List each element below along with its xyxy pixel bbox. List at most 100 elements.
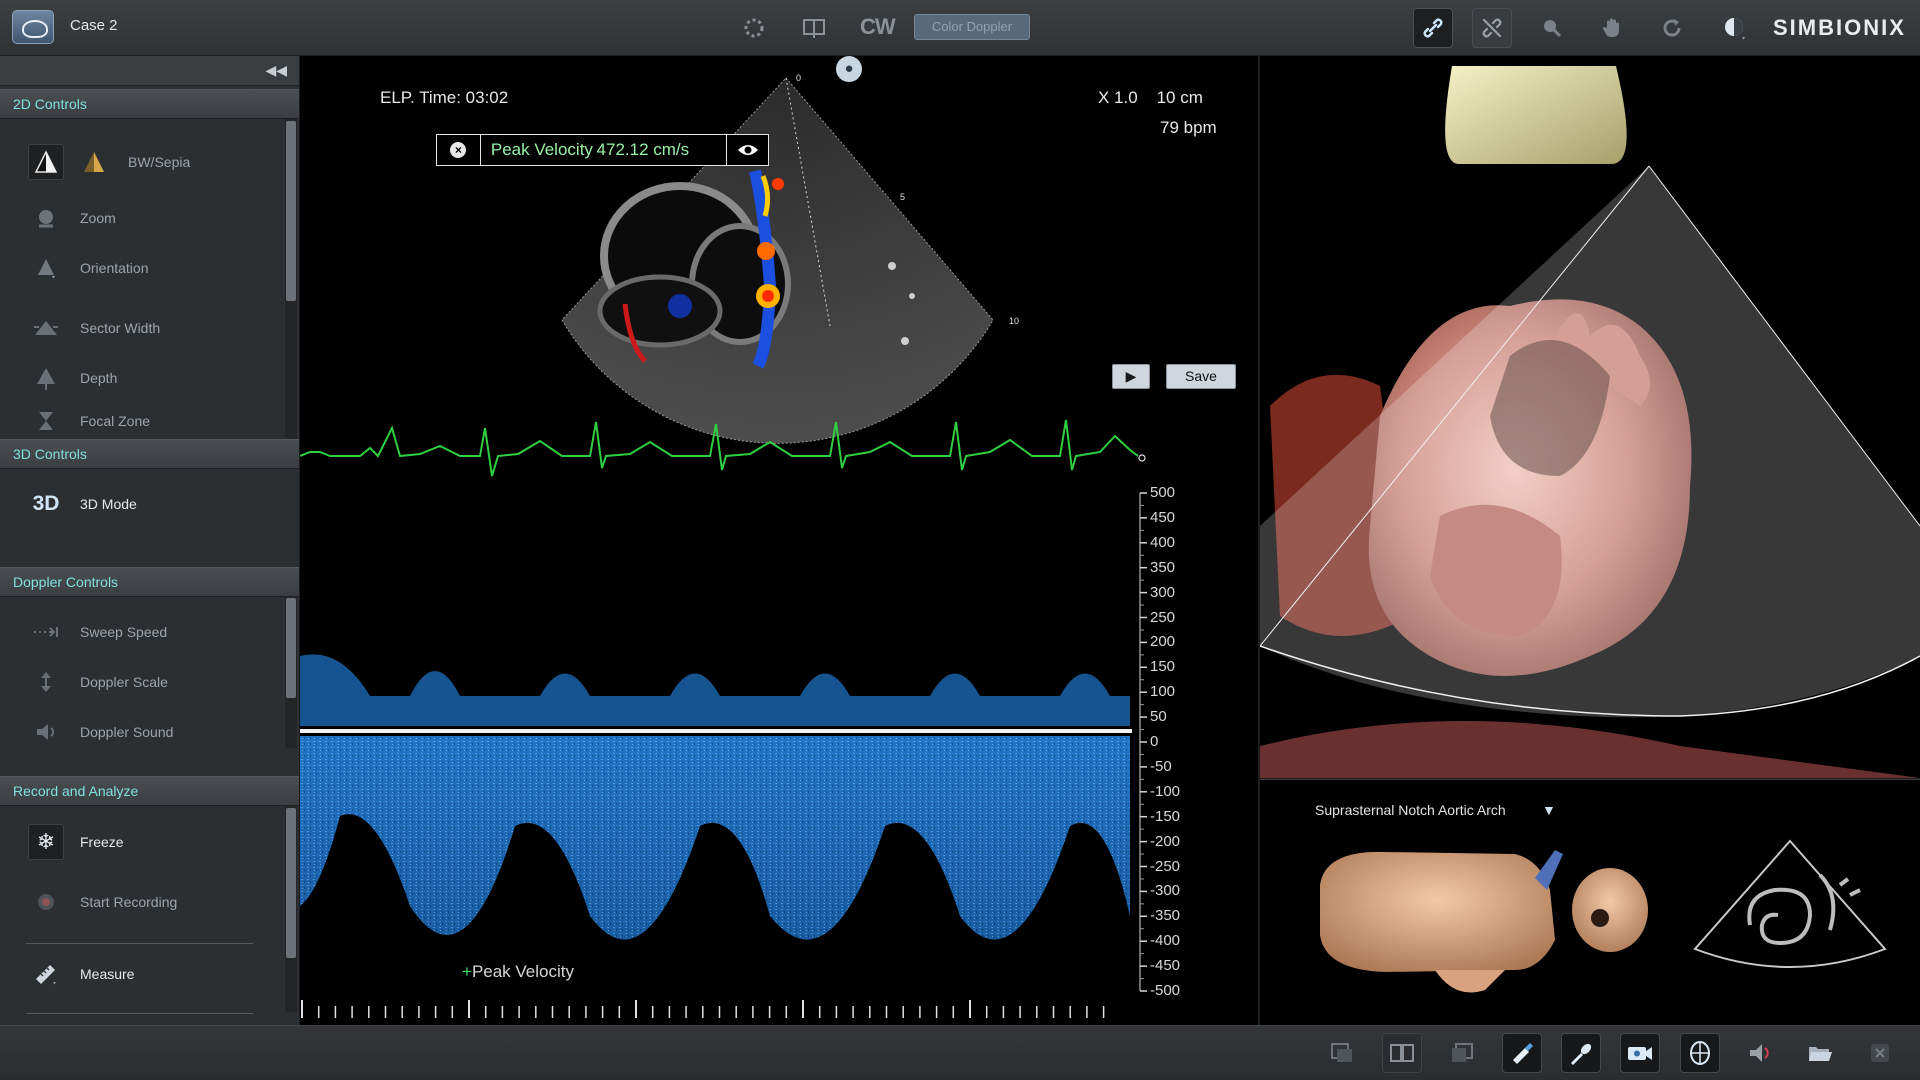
split-view-icon: [1390, 1044, 1414, 1062]
control-start-recording[interactable]: Start Recording: [0, 880, 280, 924]
control-measure[interactable]: Measure: [0, 952, 280, 996]
collapse-panel-icon[interactable]: ◀◀: [265, 62, 287, 79]
measurement-value: 472.12 cm/s: [596, 140, 690, 159]
doppler-sound-icon: [28, 714, 64, 750]
overlay-layout-button[interactable]: [1442, 1033, 1482, 1073]
echo-viewport[interactable]: 0 5 10 ELP. Time: 03:02 X 1.0 10 cm 79 b…: [300, 56, 1258, 1025]
bw-icon[interactable]: [28, 144, 64, 180]
control-freeze[interactable]: ❄ Freeze: [0, 820, 280, 864]
save-button[interactable]: Save: [1166, 364, 1236, 389]
view-name: Suprasternal Notch Aortic Arch: [1315, 802, 1506, 818]
elapsed-time: ELP. Time: 03:02: [380, 88, 509, 107]
panel-divider: [26, 943, 253, 944]
control-label: Doppler Scale: [80, 674, 168, 690]
zoom-depth-readout: X 1.0 10 cm: [1098, 88, 1203, 107]
freeze-icon: ❄: [28, 824, 64, 860]
unlink-probe-button[interactable]: [1472, 8, 1512, 48]
pw-doppler-icon[interactable]: [800, 12, 828, 44]
single-view-icon: [1331, 1043, 1352, 1062]
orientation-tool-button[interactable]: [1680, 1033, 1720, 1073]
pan-view-button[interactable]: [1592, 8, 1632, 48]
section-2d-controls[interactable]: 2D Controls: [0, 89, 299, 119]
section-record-analyze[interactable]: Record and Analyze: [0, 776, 299, 806]
velocity-tick-label: 100: [1150, 683, 1176, 701]
magnifier-icon: [1544, 20, 1562, 38]
panel-collapse-bar: ◀◀: [0, 56, 299, 86]
control-label: Orientation: [80, 260, 149, 276]
user-icon[interactable]: ●: [836, 56, 862, 82]
display-mode-button[interactable]: [1715, 8, 1755, 48]
focal-zone-icon: [28, 406, 64, 436]
3d-heart-canvas[interactable]: [1260, 56, 1920, 778]
eye-icon: [737, 145, 758, 155]
color-doppler-button[interactable]: Color Doppler: [914, 14, 1030, 40]
control-bw-sepia[interactable]: BW/Sepia: [0, 140, 280, 184]
heart-rate-readout: 79 bpm: [1160, 118, 1217, 137]
transducer-icon: [1571, 1043, 1592, 1065]
control-orientation[interactable]: Orientation: [0, 246, 280, 290]
control-label: Start Recording: [80, 894, 178, 910]
control-doppler-sound[interactable]: Doppler Sound: [0, 710, 280, 754]
rotate-view-button[interactable]: [1652, 8, 1692, 48]
section-3d-controls[interactable]: 3D Controls: [0, 439, 299, 469]
link-probe-button[interactable]: [1413, 8, 1453, 48]
control-sweep-speed[interactable]: Sweep Speed: [0, 610, 280, 654]
zoom-view-button[interactable]: [1532, 8, 1572, 48]
section-doppler-controls[interactable]: Doppler Controls: [0, 567, 299, 597]
split-layout-button[interactable]: [1382, 1033, 1422, 1073]
sepia-icon[interactable]: [76, 144, 112, 180]
control-label: Focal Zone: [80, 413, 151, 429]
toggle-visibility-button[interactable]: [726, 135, 768, 165]
control-doppler-scale[interactable]: Doppler Scale: [0, 660, 280, 704]
transducer-tool-button[interactable]: [1561, 1033, 1601, 1073]
velocity-tick-label: -100: [1150, 782, 1181, 800]
play-button[interactable]: ▶: [1112, 364, 1150, 389]
sound-tool-button[interactable]: [1740, 1033, 1780, 1073]
sector-preview-icon: [1693, 839, 1887, 968]
close-measurement-button[interactable]: ×: [437, 135, 481, 165]
velocity-tick-label: 500: [1150, 484, 1176, 501]
control-zoom[interactable]: Zoom: [0, 196, 280, 240]
control-depth[interactable]: Depth: [0, 356, 280, 400]
measure-icon: [28, 956, 64, 992]
velocity-tick-label: 350: [1150, 558, 1176, 576]
close-icon: ×: [450, 142, 467, 158]
zoom-icon: [28, 200, 64, 236]
app-logo-icon[interactable]: [12, 10, 54, 44]
sector-depth-tick: 5: [900, 192, 905, 202]
orientation-icon: [28, 250, 64, 286]
globe-icon: [1690, 1041, 1710, 1065]
camera-tool-button[interactable]: [1620, 1033, 1660, 1073]
velocity-tick-label: -400: [1150, 932, 1181, 950]
velocity-tick-label: 400: [1150, 533, 1176, 551]
velocity-tick-label: 300: [1150, 583, 1176, 601]
doppler-spectrum: [300, 654, 1132, 940]
view-dropdown-icon[interactable]: ▼: [1542, 802, 1556, 818]
scrollbar-record-thumb[interactable]: [286, 808, 296, 958]
overlay-view-icon: [1452, 1043, 1473, 1062]
scrollbar-2d-thumb[interactable]: [286, 121, 296, 301]
echo-display-canvas[interactable]: 0 5 10: [300, 56, 1258, 1025]
scrollbar-doppler-thumb[interactable]: [286, 598, 296, 698]
plus-icon: +: [462, 962, 472, 981]
velocity-tick-label: -250: [1150, 857, 1181, 875]
control-label: Depth: [80, 370, 118, 386]
velocity-tick-label: 200: [1150, 633, 1176, 651]
control-sector-width[interactable]: Sector Width: [0, 306, 280, 350]
single-layout-button[interactable]: [1322, 1033, 1362, 1073]
velocity-tick-label: -150: [1150, 807, 1181, 825]
half-moon-icon: [1725, 18, 1745, 40]
color-flow-icon[interactable]: [740, 12, 768, 44]
bottom-toolbar: [0, 1025, 1920, 1080]
probe-tool-button[interactable]: [1502, 1033, 1542, 1073]
close-case-button[interactable]: [1860, 1033, 1900, 1073]
cw-mode-button[interactable]: CW: [860, 14, 896, 40]
peak-velocity-marker: +Peak Velocity: [462, 962, 574, 982]
2d-echo-sector[interactable]: 0 5 10: [561, 73, 1019, 444]
control-focal-zone[interactable]: Focal Zone: [0, 406, 280, 436]
control-3d-mode[interactable]: 3D 3D Mode: [0, 482, 280, 526]
3d-heart-view[interactable]: [1260, 56, 1920, 778]
probe-position-panel: Suprasternal Notch Aortic Arch ▼: [1260, 779, 1920, 1025]
velocity-tick-label: -350: [1150, 907, 1181, 925]
open-folder-button[interactable]: [1800, 1033, 1840, 1073]
